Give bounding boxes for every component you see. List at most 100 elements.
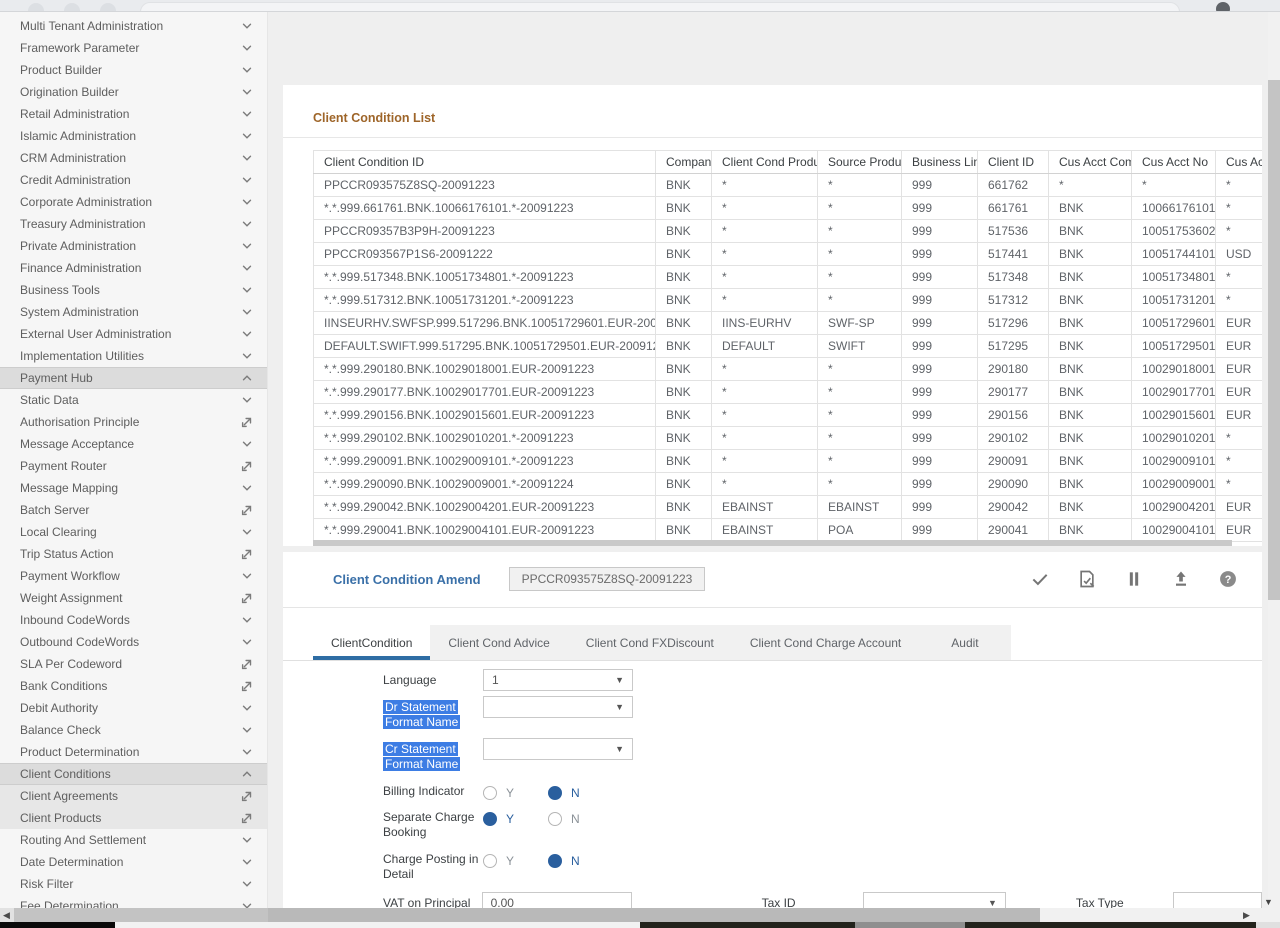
column-header[interactable]: Client Condition ID: [314, 151, 656, 174]
table-row[interactable]: *.*.999.517348.BNK.10051734801.*-2009122…: [314, 266, 1263, 289]
sidebar-item-treasury-administration[interactable]: Treasury Administration: [0, 213, 267, 235]
scroll-right-arrow-icon[interactable]: ▶: [1243, 909, 1250, 921]
tab-clientcondition[interactable]: ClientCondition: [313, 625, 430, 660]
sidebar-item-islamic-administration[interactable]: Islamic Administration: [0, 125, 267, 147]
radio-option-N[interactable]: N: [548, 786, 580, 800]
sidebar-item-sla-per-codeword[interactable]: SLA Per Codeword: [0, 653, 267, 675]
table-row[interactable]: *.*.999.290041.BNK.10029004101.EUR-20091…: [314, 519, 1263, 542]
tab-client-cond-advice[interactable]: Client Cond Advice: [430, 625, 567, 660]
pause-icon[interactable]: [1124, 569, 1144, 589]
sidebar-item-risk-filter[interactable]: Risk Filter: [0, 873, 267, 895]
sidebar-item-routing-and-settlement[interactable]: Routing And Settlement: [0, 829, 267, 851]
tax-type-select[interactable]: [1173, 892, 1262, 908]
sidebar-item-payment-hub[interactable]: Payment Hub: [0, 367, 267, 389]
table-row[interactable]: *.*.999.290090.BNK.10029009001.*-2009122…: [314, 473, 1263, 496]
column-header[interactable]: Cus Acct Comp: [1049, 151, 1132, 174]
sidebar-item-client-agreements[interactable]: Client Agreements: [0, 785, 267, 807]
column-header[interactable]: Cus Acct: [1216, 151, 1263, 174]
sidebar-item-crm-administration[interactable]: CRM Administration: [0, 147, 267, 169]
horizontal-scrollbar[interactable]: ◀ ▶: [0, 908, 1280, 922]
radio-option-Y[interactable]: Y: [483, 786, 514, 800]
sidebar-item-batch-server[interactable]: Batch Server: [0, 499, 267, 521]
dr-statement-format-select[interactable]: ▼: [483, 696, 633, 718]
language-select[interactable]: 1 ▼: [483, 669, 633, 691]
sidebar-item-multi-tenant-administration[interactable]: Multi Tenant Administration: [0, 15, 267, 37]
upload-icon[interactable]: [1171, 569, 1191, 589]
sidebar-item-message-acceptance[interactable]: Message Acceptance: [0, 433, 267, 455]
sidebar-item-private-administration[interactable]: Private Administration: [0, 235, 267, 257]
sidebar-horizontal-scrollbar[interactable]: ◀: [0, 908, 268, 922]
sidebar-item-product-builder[interactable]: Product Builder: [0, 59, 267, 81]
radio-option-N[interactable]: N: [548, 812, 580, 826]
table-row[interactable]: IINSEURHV.SWFSP.999.517296.BNK.100517296…: [314, 312, 1263, 335]
sidebar-item-balance-check[interactable]: Balance Check: [0, 719, 267, 741]
sidebar-item-business-tools[interactable]: Business Tools: [0, 279, 267, 301]
table-row[interactable]: *.*.999.290042.BNK.10029004201.EUR-20091…: [314, 496, 1263, 519]
table-row[interactable]: *.*.999.661761.BNK.10066176101.*-2009122…: [314, 197, 1263, 220]
column-header[interactable]: Cus Acct No: [1132, 151, 1216, 174]
radio-button-icon[interactable]: [483, 854, 497, 868]
table-row[interactable]: *.*.999.290177.BNK.10029017701.EUR-20091…: [314, 381, 1263, 404]
radio-option-N[interactable]: N: [548, 854, 580, 868]
sidebar-item-origination-builder[interactable]: Origination Builder: [0, 81, 267, 103]
sidebar-item-inbound-codewords[interactable]: Inbound CodeWords: [0, 609, 267, 631]
radio-button-icon[interactable]: [483, 812, 497, 826]
check-icon[interactable]: [1030, 569, 1050, 589]
radio-button-icon[interactable]: [548, 812, 562, 826]
sidebar-item-client-products[interactable]: Client Products: [0, 807, 267, 829]
sidebar-item-debit-authority[interactable]: Debit Authority: [0, 697, 267, 719]
sidebar-item-product-determination[interactable]: Product Determination: [0, 741, 267, 763]
sidebar-item-payment-router[interactable]: Payment Router: [0, 455, 267, 477]
edit-note-icon[interactable]: [1077, 569, 1097, 589]
table-row[interactable]: *.*.999.290156.BNK.10029015601.EUR-20091…: [314, 404, 1263, 427]
sidebar-item-outbound-codewords[interactable]: Outbound CodeWords: [0, 631, 267, 653]
sidebar-item-corporate-administration[interactable]: Corporate Administration: [0, 191, 267, 213]
sidebar-item-finance-administration[interactable]: Finance Administration: [0, 257, 267, 279]
table-row[interactable]: PPCCR093567P1S6-20091222BNK**999517441BN…: [314, 243, 1263, 266]
sidebar-item-client-conditions[interactable]: Client Conditions: [0, 763, 267, 785]
cr-statement-format-select[interactable]: ▼: [483, 738, 633, 760]
sidebar-item-system-administration[interactable]: System Administration: [0, 301, 267, 323]
sidebar-item-implementation-utilities[interactable]: Implementation Utilities: [0, 345, 267, 367]
table-row[interactable]: PPCCR09357B3P9H-20091223BNK**999517536BN…: [314, 220, 1263, 243]
vat-on-principal-input[interactable]: [482, 892, 632, 908]
column-header[interactable]: Client Cond Product: [712, 151, 818, 174]
sidebar-item-static-data[interactable]: Static Data: [0, 389, 267, 411]
radio-option-Y[interactable]: Y: [483, 812, 514, 826]
column-header[interactable]: Source Product: [818, 151, 902, 174]
sidebar-item-trip-status-action[interactable]: Trip Status Action: [0, 543, 267, 565]
radio-button-icon[interactable]: [483, 786, 497, 800]
column-header[interactable]: Company: [656, 151, 712, 174]
sidebar-item-retail-administration[interactable]: Retail Administration: [0, 103, 267, 125]
column-header[interactable]: Business Line: [902, 151, 978, 174]
sidebar-item-local-clearing[interactable]: Local Clearing: [0, 521, 267, 543]
scrollbar-thumb[interactable]: [1268, 80, 1280, 600]
sidebar-item-framework-parameter[interactable]: Framework Parameter: [0, 37, 267, 59]
scroll-left-arrow-icon[interactable]: ◀: [3, 909, 10, 921]
tax-id-select[interactable]: ▼: [863, 892, 1006, 908]
scrollbar-thumb[interactable]: [268, 908, 1040, 922]
sidebar-item-message-mapping[interactable]: Message Mapping: [0, 477, 267, 499]
table-row[interactable]: PPCCR093575Z8SQ-20091223BNK**999661762**…: [314, 174, 1263, 197]
sidebar-item-date-determination[interactable]: Date Determination: [0, 851, 267, 873]
column-header[interactable]: Client ID: [978, 151, 1049, 174]
tab-audit[interactable]: Audit: [919, 625, 1010, 660]
sidebar-item-weight-assignment[interactable]: Weight Assignment: [0, 587, 267, 609]
help-icon[interactable]: ?: [1218, 569, 1238, 589]
tab-client-cond-fxdiscount[interactable]: Client Cond FXDiscount: [568, 625, 732, 660]
radio-button-icon[interactable]: [548, 786, 562, 800]
scrollbar-thumb[interactable]: [14, 908, 268, 922]
table-row[interactable]: *.*.999.290102.BNK.10029010201.*-2009122…: [314, 427, 1263, 450]
table-horizontal-scrollbar[interactable]: [313, 540, 1232, 546]
vertical-scrollbar[interactable]: [1268, 12, 1280, 908]
table-row[interactable]: *.*.999.290091.BNK.10029009101.*-2009122…: [314, 450, 1263, 473]
sidebar-item-bank-conditions[interactable]: Bank Conditions: [0, 675, 267, 697]
address-bar[interactable]: [140, 2, 1180, 12]
sidebar-item-authorisation-principle[interactable]: Authorisation Principle: [0, 411, 267, 433]
sidebar-item-external-user-administration[interactable]: External User Administration: [0, 323, 267, 345]
table-row[interactable]: *.*.999.290180.BNK.10029018001.EUR-20091…: [314, 358, 1263, 381]
table-row[interactable]: *.*.999.517312.BNK.10051731201.*-2009122…: [314, 289, 1263, 312]
table-row[interactable]: DEFAULT.SWIFT.999.517295.BNK.10051729501…: [314, 335, 1263, 358]
sidebar-item-credit-administration[interactable]: Credit Administration: [0, 169, 267, 191]
sidebar-item-fee-determination[interactable]: Fee Determination: [0, 895, 267, 908]
